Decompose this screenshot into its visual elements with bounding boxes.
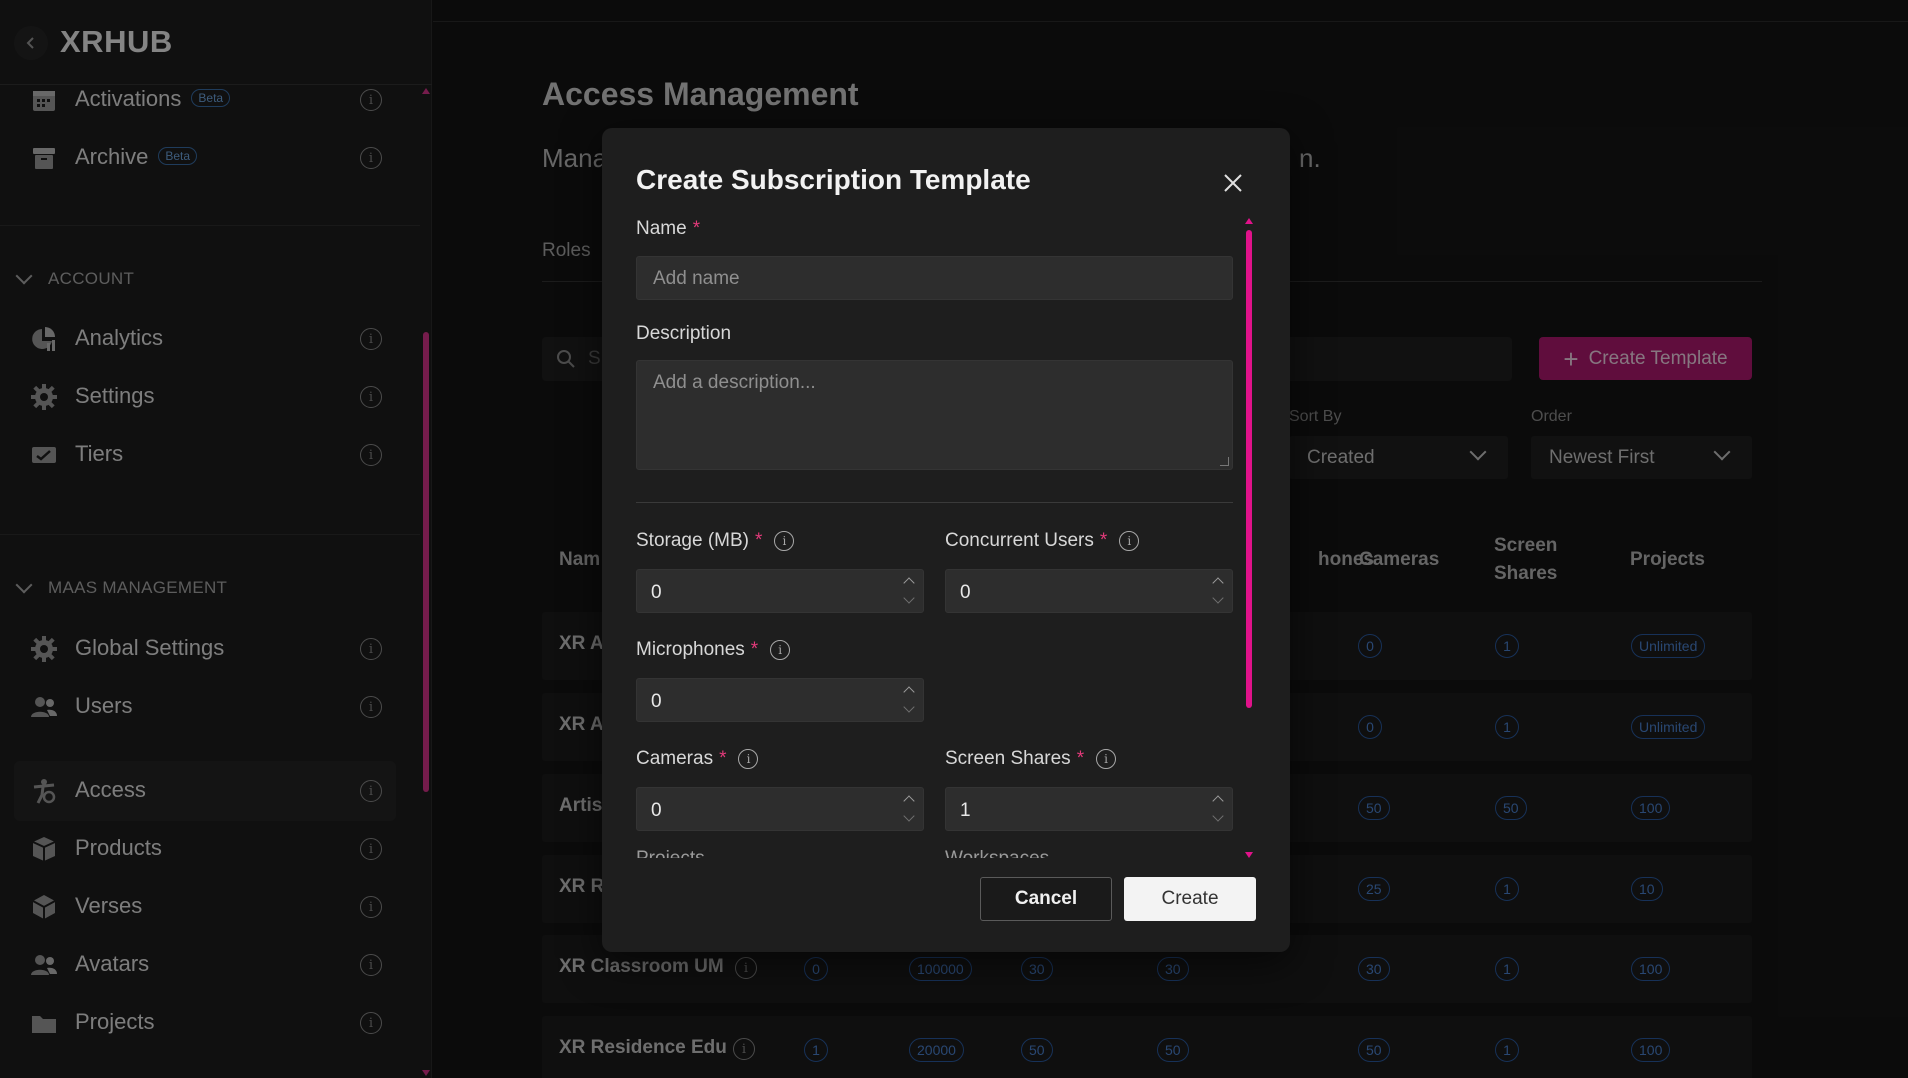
chevron-down-icon	[1212, 592, 1224, 604]
close-button[interactable]	[1220, 170, 1246, 196]
number-stepper[interactable]	[903, 794, 915, 826]
projects-label-partial: Projects	[636, 848, 705, 858]
resize-handle-icon[interactable]	[1220, 457, 1229, 466]
name-placeholder: Add name	[653, 268, 740, 289]
info-icon[interactable]: i	[738, 749, 759, 769]
scroll-up-arrow-icon[interactable]	[1245, 218, 1253, 224]
dialog-title: Create Subscription Template	[636, 164, 1031, 195]
scroll-down-arrow-icon[interactable]	[1245, 852, 1253, 858]
microphones-label: Microphones * i	[636, 639, 791, 661]
workspaces-label-partial: Workspaces	[945, 848, 1049, 858]
required-asterisk: *	[692, 218, 701, 239]
info-icon[interactable]: i	[770, 640, 791, 660]
cameras-input[interactable]: 0	[636, 787, 924, 831]
microphones-input[interactable]: 0	[636, 678, 924, 722]
info-icon[interactable]: i	[1096, 749, 1117, 769]
description-placeholder: Add a description...	[653, 372, 816, 393]
create-subscription-template-dialog: Create Subscription Template Name * Add n…	[602, 128, 1290, 952]
chevron-down-icon	[903, 810, 915, 822]
name-input[interactable]: Add name	[636, 256, 1233, 300]
chevron-up-icon	[903, 795, 915, 807]
chevron-up-icon	[903, 686, 915, 698]
number-stepper[interactable]	[1212, 576, 1224, 608]
chevron-down-icon	[903, 701, 915, 713]
info-icon[interactable]: i	[774, 531, 795, 551]
section-divider	[636, 502, 1233, 503]
dialog-scrollbar-thumb[interactable]	[1246, 230, 1252, 708]
chevron-down-icon	[1212, 810, 1224, 822]
dialog-scrollbar[interactable]	[1244, 218, 1254, 858]
chevron-down-icon	[903, 592, 915, 604]
close-icon	[1224, 174, 1242, 192]
cancel-button[interactable]: Cancel	[980, 877, 1112, 921]
name-label: Name *	[636, 218, 701, 239]
screen-shares-label: Screen Shares * i	[945, 748, 1117, 770]
cameras-label: Cameras * i	[636, 748, 759, 770]
chevron-up-icon	[1212, 577, 1224, 589]
screen-shares-input[interactable]: 1	[945, 787, 1233, 831]
number-stepper[interactable]	[903, 576, 915, 608]
chevron-up-icon	[1212, 795, 1224, 807]
number-stepper[interactable]	[903, 685, 915, 717]
description-label: Description	[636, 323, 732, 344]
concurrent-users-label: Concurrent Users * i	[945, 530, 1140, 552]
concurrent-users-input[interactable]: 0	[945, 569, 1233, 613]
app-root: XRHUB ActivationsBeta i ArchiveBeta i	[0, 0, 1908, 1078]
create-button[interactable]: Create	[1124, 877, 1256, 921]
description-textarea[interactable]: Add a description...	[636, 360, 1233, 470]
storage-label: Storage (MB) * i	[636, 530, 795, 552]
dialog-body: Name * Add name Description Add a descrip…	[602, 218, 1290, 858]
info-icon[interactable]: i	[1119, 531, 1140, 551]
chevron-up-icon	[903, 577, 915, 589]
storage-input[interactable]: 0	[636, 569, 924, 613]
number-stepper[interactable]	[1212, 794, 1224, 826]
